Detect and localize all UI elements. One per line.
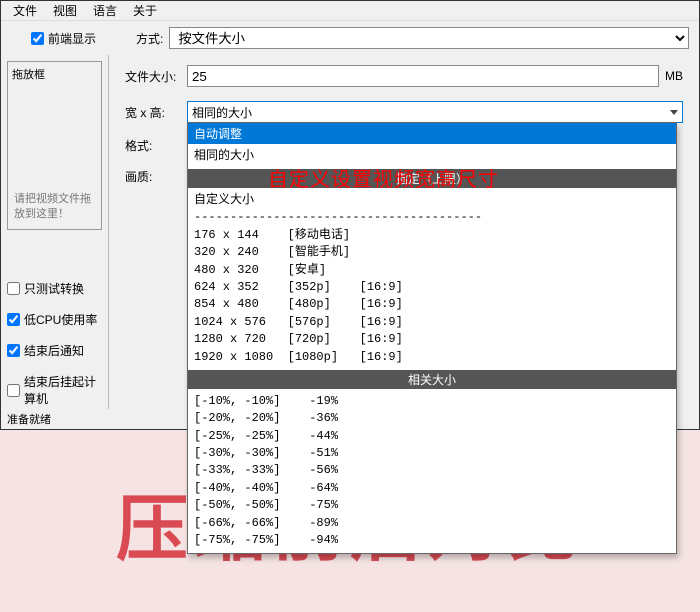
dropdown-preset-item[interactable]: 854 x 480 [480p] [16:9] <box>194 296 670 313</box>
dropdown-rel-item[interactable]: [-30%, -30%] -51% <box>194 445 670 462</box>
dropdown-upper-body: 自定义大小 ----------------------------------… <box>188 188 676 370</box>
dropdown-preset-item[interactable]: 624 x 352 [352p] [16:9] <box>194 279 670 296</box>
dropdown-preset-item[interactable]: 1280 x 720 [720p] [16:9] <box>194 331 670 348</box>
filesize-unit: MB <box>665 69 683 83</box>
drop-frame[interactable]: 拖放框 请把视频文件拖放到这里！ <box>7 61 102 230</box>
dropdown-separator: ---------------------------------------- <box>194 209 670 226</box>
drop-hint: 请把视频文件拖放到这里！ <box>14 192 95 223</box>
status-text: 准备就绪 <box>7 414 51 426</box>
dropdown-rel-item[interactable]: [-75%, -75%] -94% <box>194 532 670 549</box>
drop-frame-label: 拖放框 <box>12 66 97 82</box>
dropdown-rel-item[interactable]: [-50%, -50%] -75% <box>194 497 670 514</box>
menu-language[interactable]: 语言 <box>85 0 125 21</box>
dropdown-item-auto[interactable]: 自动调整 <box>188 123 676 144</box>
dropdown-section-rel: 相关大小 <box>188 370 676 389</box>
low-cpu-checkbox[interactable]: 低CPU使用率 <box>7 311 102 328</box>
dropdown-rel-item[interactable]: [-33%, -33%] -56% <box>194 462 670 479</box>
dropdown-item-same[interactable]: 相同的大小 自定义设置视频宽高尺寸 <box>188 144 676 169</box>
mode-label: 方式: <box>136 30 163 47</box>
wh-label: 宽 x 高: <box>125 104 187 121</box>
menu-about[interactable]: 关于 <box>125 0 165 21</box>
dropdown-preset-item[interactable]: 320 x 240 [智能手机] <box>194 244 670 261</box>
sidebar: 拖放框 请把视频文件拖放到这里！ 只测试转换 低CPU使用率 结束后通知 结束后… <box>1 55 109 413</box>
front-display-checkbox[interactable]: 前端显示 <box>31 30 96 47</box>
dropdown-rel-body: [-10%, -10%] -19%[-20%, -20%] -36%[-25%,… <box>188 389 676 554</box>
filesize-input[interactable] <box>187 65 659 87</box>
toolbar: 前端显示 方式: 按文件大小 <box>1 21 699 55</box>
menu-view[interactable]: 视图 <box>45 0 85 21</box>
dropdown-preset-item[interactable]: 1920 x 1080 [1080p] [16:9] <box>194 349 670 366</box>
menu-file[interactable]: 文件 <box>5 0 45 21</box>
front-display-input[interactable] <box>31 32 44 45</box>
menubar: 文件 视图 语言 关于 <box>1 1 699 21</box>
format-label: 格式: <box>125 137 187 154</box>
dropdown-rel-item[interactable]: [-40%, -40%] -64% <box>194 480 670 497</box>
sidebar-options: 只测试转换 低CPU使用率 结束后通知 结束后挂起计算机 <box>7 280 102 407</box>
annotation-text: 自定义设置视频宽高尺寸 <box>268 163 499 192</box>
done-suspend-checkbox[interactable]: 结束后挂起计算机 <box>7 373 102 407</box>
wh-dropdown: 自动调整 相同的大小 自定义设置视频宽高尺寸 指定（上限） 自定义大小 ----… <box>187 122 677 554</box>
dropdown-preset-item[interactable]: 1024 x 576 [576p] [16:9] <box>194 314 670 331</box>
dropdown-rel-item[interactable]: [-20%, -20%] -36% <box>194 410 670 427</box>
wh-value: 相同的大小 <box>192 104 252 121</box>
front-display-label: 前端显示 <box>48 30 96 47</box>
dropdown-preset-item[interactable]: 480 x 320 [安卓] <box>194 262 670 279</box>
done-notify-checkbox[interactable]: 结束后通知 <box>7 342 102 359</box>
test-only-checkbox[interactable]: 只测试转换 <box>7 280 102 297</box>
dropdown-rel-item[interactable]: [-66%, -66%] -89% <box>194 515 670 532</box>
mode-select[interactable]: 按文件大小 <box>169 27 689 49</box>
quality-label: 画质: <box>125 168 187 185</box>
wh-row: 宽 x 高: 相同的大小 <box>125 101 683 123</box>
dropdown-item-custom[interactable]: 自定义大小 <box>194 192 670 209</box>
filesize-label: 文件大小: <box>125 68 187 85</box>
filesize-row: 文件大小: MB <box>125 65 683 87</box>
dropdown-rel-item[interactable]: [-25%, -25%] -44% <box>194 428 670 445</box>
wh-select[interactable]: 相同的大小 <box>187 101 683 123</box>
dropdown-rel-item[interactable]: [-10%, -10%] -19% <box>194 393 670 410</box>
mode-row: 方式: 按文件大小 <box>136 27 689 49</box>
dropdown-preset-item[interactable]: 176 x 144 [移动电话] <box>194 227 670 244</box>
